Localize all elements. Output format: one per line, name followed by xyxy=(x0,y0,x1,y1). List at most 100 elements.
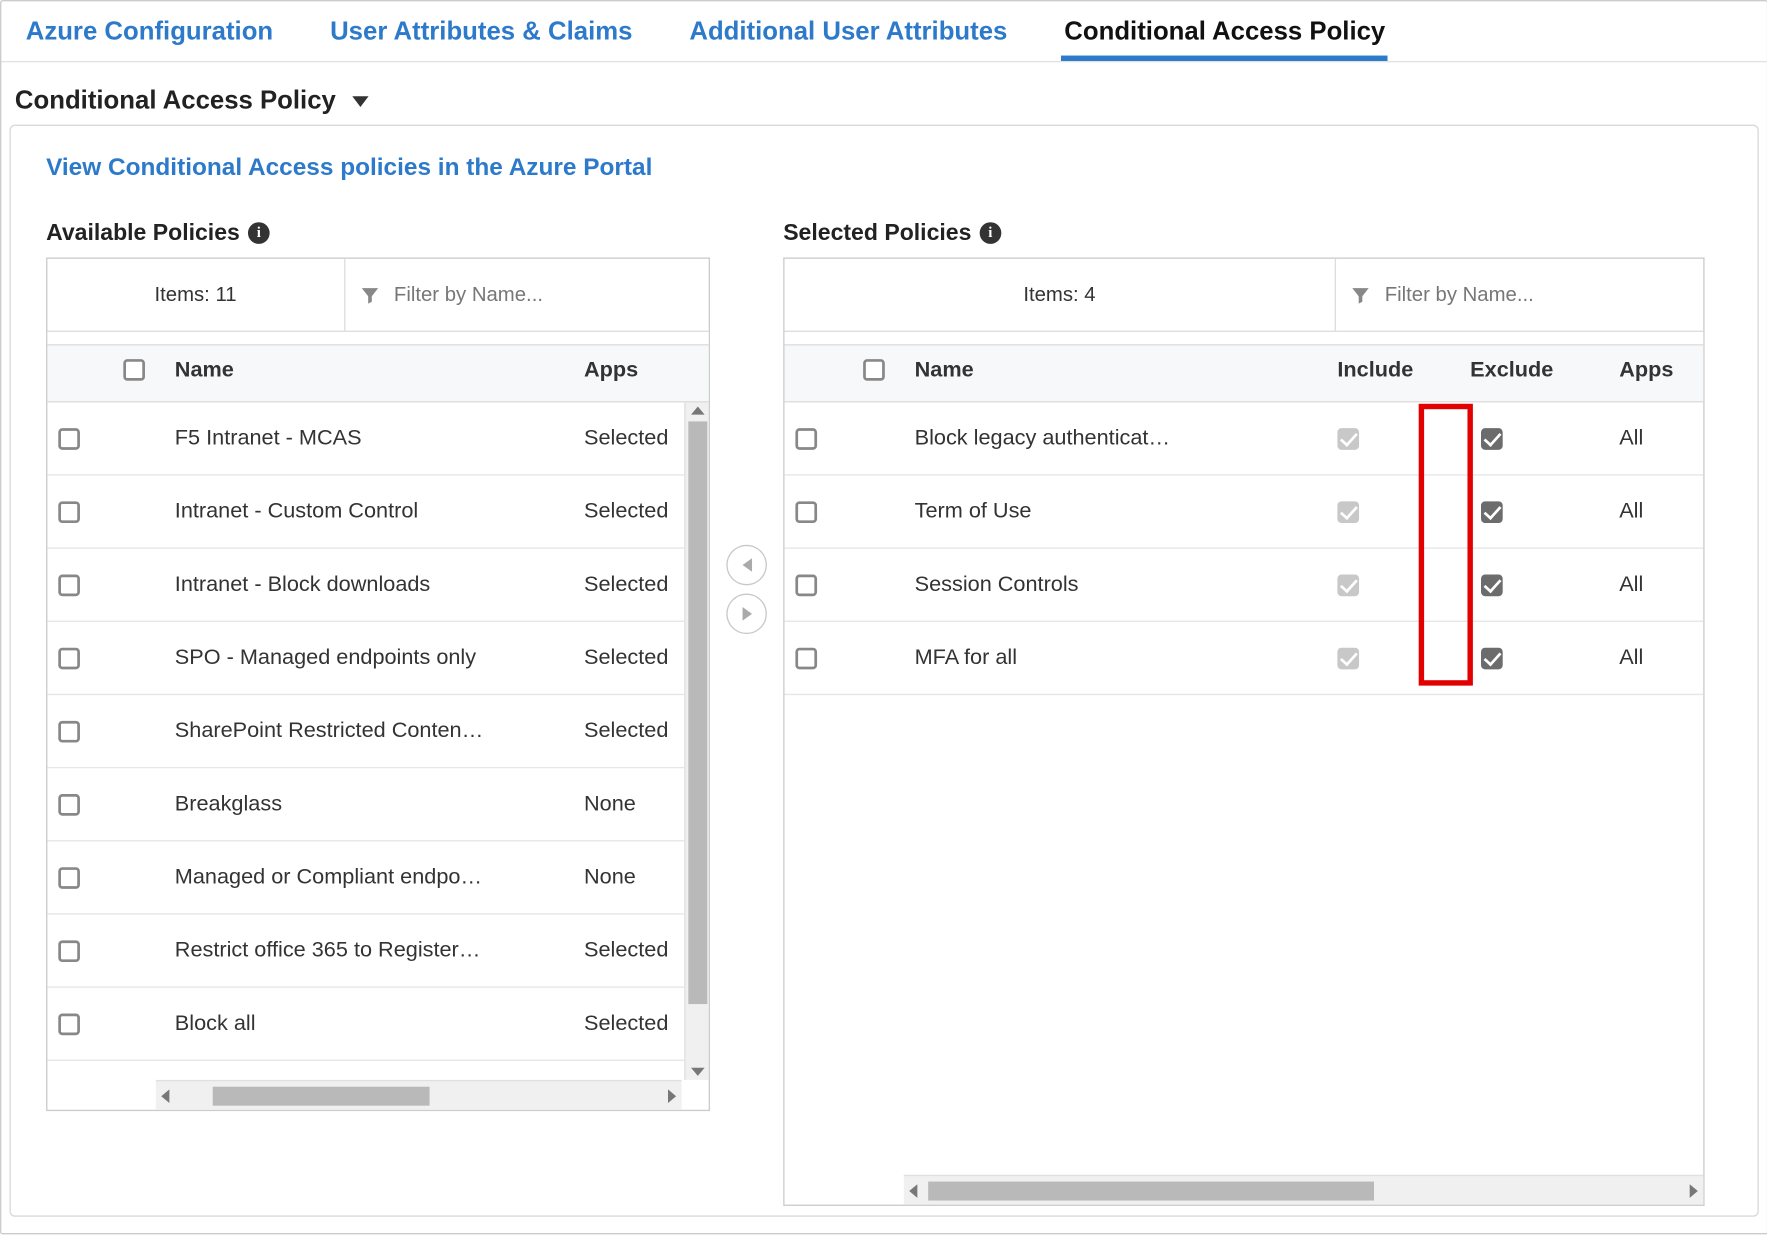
selected-select-all[interactable] xyxy=(863,359,885,381)
section-title: Conditional Access Policy xyxy=(15,87,336,117)
available-select-all[interactable] xyxy=(123,359,145,381)
selected-filter-input[interactable] xyxy=(1385,283,1690,306)
row-name: Block all xyxy=(164,1012,573,1036)
available-listbox: Items: 11 Name Apps F5 Intranet - MCASSe… xyxy=(46,257,710,1111)
available-title: Available Policies i xyxy=(46,220,710,247)
include-checkbox[interactable] xyxy=(1337,647,1359,669)
row-exclude xyxy=(1459,428,1608,450)
selected-header-include[interactable]: Include xyxy=(1327,359,1460,387)
exclude-checkbox[interactable] xyxy=(1481,574,1503,596)
scroll-down-icon[interactable] xyxy=(690,1068,704,1076)
hscroll-left-icon[interactable] xyxy=(909,1184,917,1198)
row-checkbox[interactable] xyxy=(58,940,80,962)
table-row[interactable]: Managed or Compliant endpo…None xyxy=(47,841,708,914)
row-name: Term of Use xyxy=(904,499,1327,523)
move-right-button[interactable] xyxy=(726,593,767,634)
row-checkbox[interactable] xyxy=(58,1013,80,1035)
row-exclude xyxy=(1459,647,1608,669)
row-checkbox[interactable] xyxy=(795,574,817,596)
info-icon[interactable]: i xyxy=(248,222,270,244)
row-checkbox[interactable] xyxy=(58,867,80,889)
info-icon[interactable]: i xyxy=(980,222,1002,244)
available-header-name[interactable]: Name xyxy=(164,359,573,387)
caret-down-icon xyxy=(352,96,368,107)
arrow-left-icon xyxy=(742,558,751,572)
tab-azure-configuration[interactable]: Azure Configuration xyxy=(23,12,276,61)
exclude-checkbox[interactable] xyxy=(1481,647,1503,669)
row-checkbox[interactable] xyxy=(58,793,80,815)
available-filter-input[interactable] xyxy=(394,283,695,306)
hscroll-thumb[interactable] xyxy=(928,1181,1374,1200)
include-checkbox[interactable] xyxy=(1337,501,1359,523)
scroll-up-icon[interactable] xyxy=(690,407,704,415)
selected-header-exclude[interactable]: Exclude xyxy=(1459,359,1608,387)
move-left-button[interactable] xyxy=(726,545,767,586)
selected-title-text: Selected Policies xyxy=(783,220,971,247)
available-items-count: Items: 11 xyxy=(47,259,345,331)
available-header-apps[interactable]: Apps xyxy=(573,359,709,387)
tab-additional-user-attributes[interactable]: Additional User Attributes xyxy=(687,12,1010,61)
selected-items-count: Items: 4 xyxy=(785,259,1336,331)
row-name: Intranet - Custom Control xyxy=(164,499,573,523)
row-apps: All xyxy=(1608,646,1703,670)
row-name: Managed or Compliant endpo… xyxy=(164,865,573,889)
tab-conditional-access-policy[interactable]: Conditional Access Policy xyxy=(1062,12,1388,61)
include-checkbox[interactable] xyxy=(1337,574,1359,596)
table-row[interactable]: Intranet - Custom ControlSelected xyxy=(47,476,708,549)
selected-filter[interactable] xyxy=(1336,259,1703,331)
row-name: F5 Intranet - MCAS xyxy=(164,426,573,450)
table-row[interactable]: MFA for allAll xyxy=(785,622,1704,695)
exclude-checkbox[interactable] xyxy=(1481,501,1503,523)
available-horizontal-scrollbar[interactable] xyxy=(156,1080,682,1110)
table-row[interactable]: Block allSelected xyxy=(47,988,708,1061)
row-checkbox[interactable] xyxy=(58,501,80,523)
exclude-checkbox[interactable] xyxy=(1481,428,1503,450)
table-row[interactable]: Term of Use All xyxy=(785,476,1704,549)
table-row[interactable]: SPO - Managed endpoints onlySelected xyxy=(47,622,708,695)
row-apps: All xyxy=(1608,499,1703,523)
section-header[interactable]: Conditional Access Policy xyxy=(1,62,1767,124)
hscroll-left-icon[interactable] xyxy=(161,1089,169,1103)
selected-title: Selected Policies i xyxy=(783,220,1704,247)
table-row[interactable]: Block legacy authenticat…All xyxy=(785,402,1704,475)
table-row[interactable]: Restrict office 365 to Register…Selected xyxy=(47,915,708,988)
table-row[interactable]: BreakglassNone xyxy=(47,768,708,841)
table-row[interactable]: Session ControlsAll xyxy=(785,549,1704,622)
row-checkbox[interactable] xyxy=(58,574,80,596)
row-include xyxy=(1327,428,1460,450)
available-column: Available Policies i Items: 11 Name Apps xyxy=(46,220,710,1112)
table-row[interactable]: Block Legacy clients (Office, I…Selected xyxy=(47,1061,708,1080)
filter-icon xyxy=(359,283,381,307)
row-checkbox[interactable] xyxy=(58,428,80,450)
row-exclude xyxy=(1459,574,1608,596)
table-row[interactable]: F5 Intranet - MCASSelected xyxy=(47,402,708,475)
available-filter[interactable] xyxy=(345,259,709,331)
row-checkbox[interactable] xyxy=(795,647,817,669)
row-include xyxy=(1327,501,1460,523)
row-checkbox[interactable] xyxy=(795,428,817,450)
scroll-thumb[interactable] xyxy=(688,421,707,1004)
table-row[interactable]: Intranet - Block downloadsSelected xyxy=(47,549,708,622)
tabs-bar: Azure Configuration User Attributes & Cl… xyxy=(1,1,1767,62)
available-vertical-scrollbar[interactable] xyxy=(684,402,708,1080)
view-in-azure-link[interactable]: View Conditional Access policies in the … xyxy=(46,153,652,180)
hscroll-thumb[interactable] xyxy=(213,1086,430,1105)
selected-horizontal-scrollbar[interactable] xyxy=(904,1175,1703,1205)
row-name: Breakglass xyxy=(164,792,573,816)
row-checkbox[interactable] xyxy=(795,501,817,523)
row-apps: All xyxy=(1608,572,1703,596)
row-exclude xyxy=(1459,501,1608,523)
selected-header-apps[interactable]: Apps xyxy=(1608,359,1703,387)
row-name: SPO - Managed endpoints only xyxy=(164,646,573,670)
hscroll-right-icon[interactable] xyxy=(668,1089,676,1103)
table-row[interactable]: SharePoint Restricted Conten…Selected xyxy=(47,695,708,768)
policies-panel: View Conditional Access policies in the … xyxy=(9,125,1758,1217)
row-checkbox[interactable] xyxy=(58,720,80,742)
include-checkbox[interactable] xyxy=(1337,428,1359,450)
hscroll-right-icon[interactable] xyxy=(1690,1184,1698,1198)
row-name: Block legacy authenticat… xyxy=(904,426,1327,450)
tab-user-attributes-claims[interactable]: User Attributes & Claims xyxy=(327,12,635,61)
selected-header-name[interactable]: Name xyxy=(904,359,1327,387)
row-name: Restrict office 365 to Register… xyxy=(164,938,573,962)
row-checkbox[interactable] xyxy=(58,647,80,669)
